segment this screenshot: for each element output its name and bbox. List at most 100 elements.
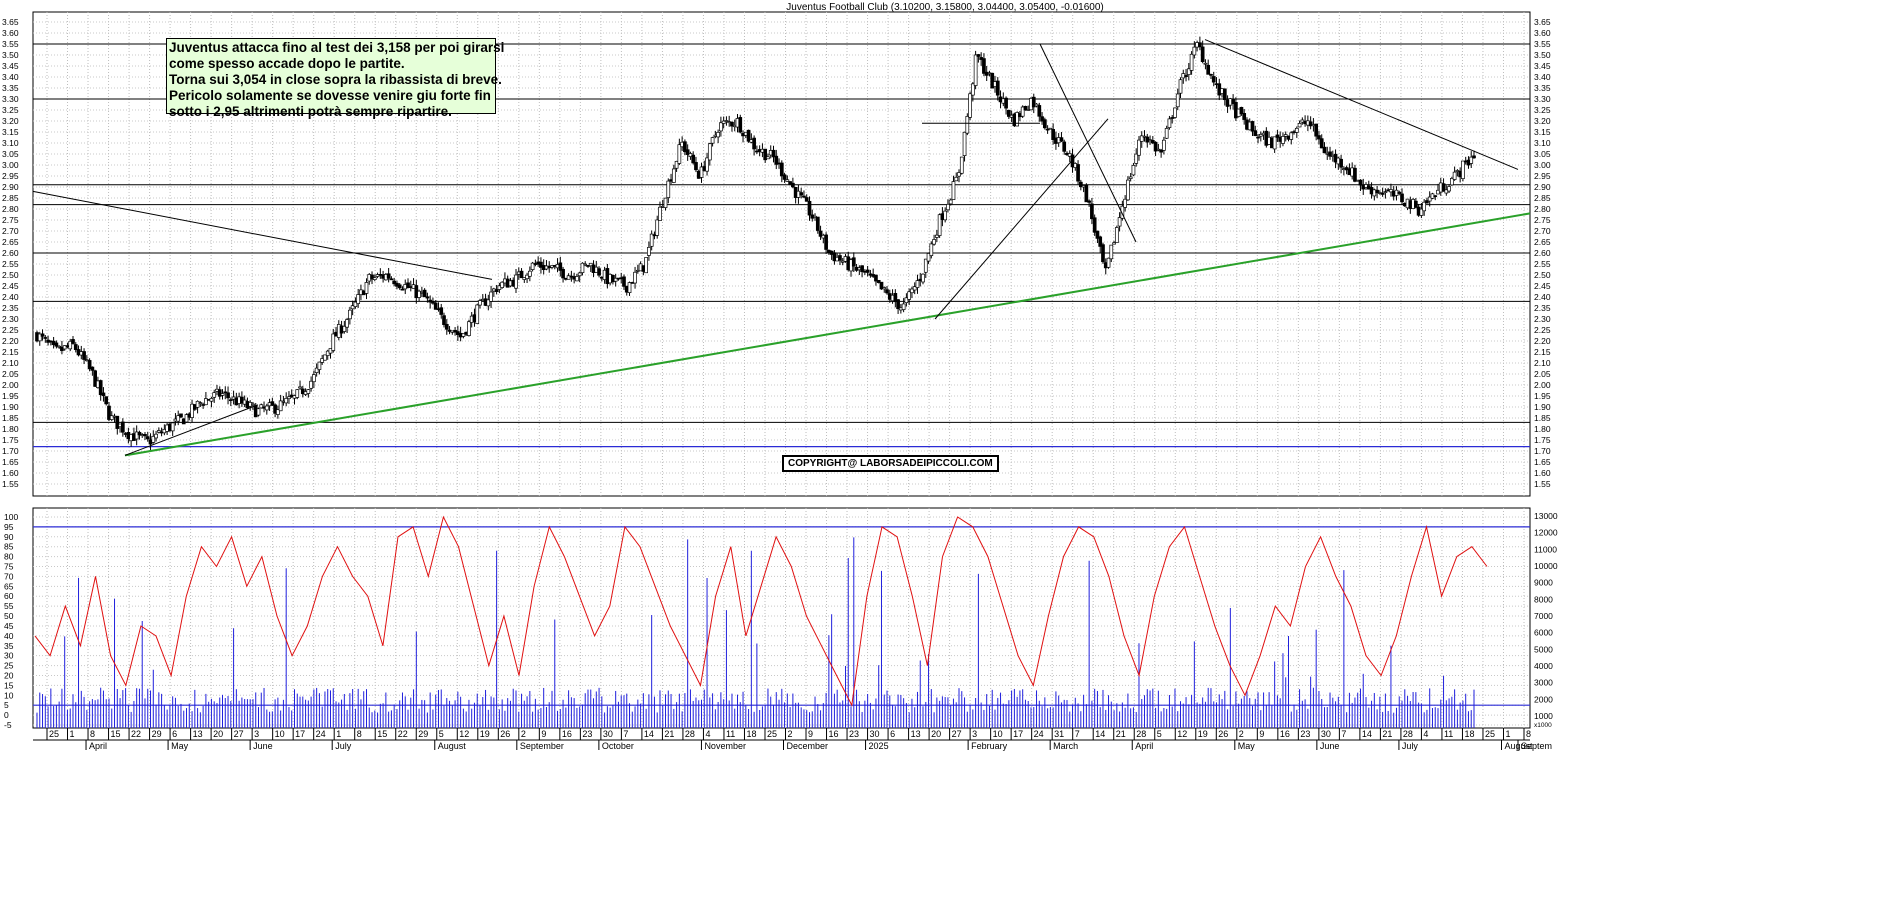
candle-body bbox=[1422, 201, 1427, 212]
date-month-label: February bbox=[971, 741, 1008, 751]
osc-axis-label: 20 bbox=[4, 670, 14, 680]
date-day-label: 17 bbox=[295, 729, 305, 739]
price-axis-label-right: 2.45 bbox=[1534, 281, 1551, 291]
date-month-label: Septem bbox=[1521, 741, 1552, 751]
candle-body bbox=[954, 176, 959, 182]
price-axis-label-right: 1.65 bbox=[1534, 457, 1551, 467]
date-month-label: December bbox=[787, 741, 829, 751]
date-day-label: 1 bbox=[1505, 729, 1510, 739]
date-day-label: 21 bbox=[1382, 729, 1392, 739]
date-month-label: October bbox=[602, 741, 634, 751]
candle-body bbox=[104, 396, 109, 405]
date-day-label: 26 bbox=[500, 729, 510, 739]
osc-axis-label: 10 bbox=[4, 690, 14, 700]
price-axis-label-left: 3.50 bbox=[2, 50, 19, 60]
price-axis-label-right: 3.00 bbox=[1534, 160, 1551, 170]
osc-axis-label: 60 bbox=[4, 591, 14, 601]
price-axis-label-left: 2.10 bbox=[2, 358, 19, 368]
price-axis-label-left: 1.60 bbox=[2, 468, 19, 478]
date-month-label: August bbox=[438, 741, 467, 751]
candle-body bbox=[647, 247, 651, 256]
price-axis-label-right: 2.50 bbox=[1534, 270, 1551, 280]
price-axis-label-right: 2.85 bbox=[1534, 193, 1551, 203]
price-axis-label-right: 1.90 bbox=[1534, 402, 1551, 412]
candle-body bbox=[968, 93, 972, 118]
candle-body bbox=[951, 181, 956, 200]
candle-body bbox=[356, 294, 361, 304]
candle-body bbox=[710, 137, 715, 144]
date-day-label: 23 bbox=[1300, 729, 1310, 739]
candle-body bbox=[348, 309, 352, 320]
candle-body bbox=[995, 80, 1000, 96]
candle-body bbox=[306, 389, 311, 394]
osc-axis-label: -5 bbox=[4, 720, 12, 730]
candle-body bbox=[1004, 97, 1008, 109]
candle-body bbox=[815, 216, 820, 231]
candle-body bbox=[1092, 217, 1097, 233]
candle-body bbox=[397, 284, 402, 289]
candle-body bbox=[1200, 46, 1205, 63]
date-day-label: 11 bbox=[726, 729, 735, 739]
date-day-label: 18 bbox=[746, 729, 756, 739]
candle-body bbox=[865, 269, 870, 273]
osc-axis-label: 85 bbox=[4, 542, 14, 552]
candle-body bbox=[561, 268, 565, 279]
price-axis-label-right: 3.10 bbox=[1534, 138, 1551, 148]
annotation-line-5: sotto i 2,95 altrimenti potrà sempre rip… bbox=[169, 104, 452, 119]
date-day-label: 10 bbox=[275, 729, 285, 739]
date-day-label: 29 bbox=[418, 729, 428, 739]
date-day-label: 5 bbox=[439, 729, 444, 739]
price-axis-label-right: 3.35 bbox=[1534, 83, 1551, 93]
date-day-label: 19 bbox=[1198, 729, 1208, 739]
price-axis-label-left: 2.05 bbox=[2, 369, 19, 379]
candle-body bbox=[1400, 193, 1404, 203]
candle-body bbox=[1209, 74, 1213, 76]
candle-body bbox=[439, 307, 444, 315]
candle-body bbox=[1131, 165, 1136, 176]
candle-body bbox=[309, 380, 313, 389]
date-day-label: 8 bbox=[1526, 729, 1531, 739]
copyright-label: COPYRIGHT@ LABORSADEIPICCOLI.COM bbox=[782, 455, 999, 472]
price-axis-label-right: 1.60 bbox=[1534, 468, 1551, 478]
price-axis-label-right: 3.60 bbox=[1534, 28, 1551, 38]
price-axis-label-left: 1.70 bbox=[2, 446, 19, 456]
date-day-label: 13 bbox=[193, 729, 203, 739]
candle-body bbox=[298, 386, 302, 389]
date-day-label: 3 bbox=[972, 729, 977, 739]
date-day-label: 2 bbox=[1239, 729, 1244, 739]
candle-body bbox=[921, 273, 925, 283]
date-day-label: 24 bbox=[316, 729, 326, 739]
candle-body bbox=[264, 405, 269, 411]
candle-body bbox=[691, 154, 696, 164]
price-axis-label-left: 2.30 bbox=[2, 314, 19, 324]
date-day-label: 28 bbox=[685, 729, 695, 739]
price-axis-label-right: 2.00 bbox=[1534, 380, 1551, 390]
price-axis-label-right: 3.05 bbox=[1534, 149, 1551, 159]
candle-body bbox=[145, 436, 150, 440]
date-day-label: 6 bbox=[172, 729, 177, 739]
date-day-label: 7 bbox=[1075, 729, 1080, 739]
candle-body bbox=[514, 274, 518, 289]
candle-body bbox=[489, 291, 493, 302]
candle-body bbox=[1059, 137, 1064, 142]
candle-body bbox=[120, 421, 125, 433]
candle-body bbox=[444, 323, 449, 330]
price-axis-label-left: 2.80 bbox=[2, 204, 19, 214]
price-axis-label-right: 2.15 bbox=[1534, 347, 1551, 357]
candle-body bbox=[1433, 195, 1438, 198]
candle-body bbox=[1239, 106, 1244, 115]
candle-body bbox=[932, 239, 936, 245]
candle-body bbox=[719, 122, 723, 132]
price-axis-label-right: 2.10 bbox=[1534, 358, 1551, 368]
candle-body bbox=[90, 366, 95, 371]
candle-body bbox=[389, 278, 394, 281]
candle-body bbox=[597, 268, 601, 276]
candle-body bbox=[1203, 62, 1208, 65]
candle-body bbox=[1353, 167, 1357, 182]
candle-body bbox=[71, 339, 75, 344]
candle-body bbox=[43, 337, 48, 339]
date-day-label: 25 bbox=[49, 729, 59, 739]
date-month-label: April bbox=[1135, 741, 1153, 751]
volume-axis-label: 9000 bbox=[1534, 578, 1553, 588]
date-day-label: 14 bbox=[1362, 729, 1372, 739]
